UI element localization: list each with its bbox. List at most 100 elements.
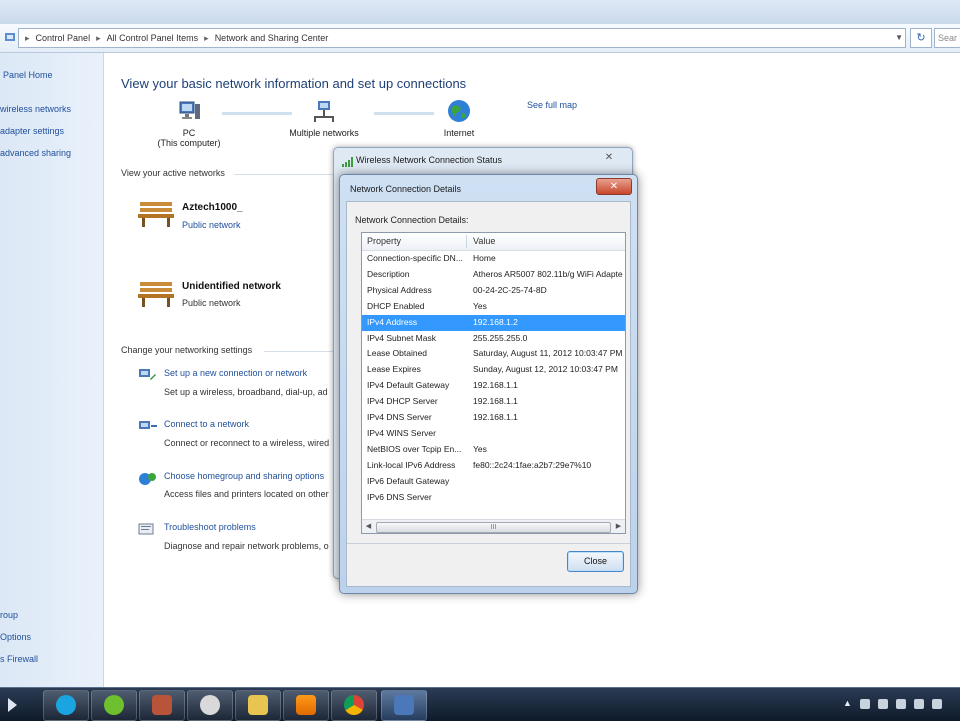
refresh-button[interactable]: ↻	[910, 28, 932, 48]
tray-icon[interactable]	[896, 699, 906, 709]
tray-icon[interactable]	[878, 699, 888, 709]
utorrent-icon	[104, 695, 124, 715]
node-label: Internet	[443, 128, 475, 138]
scroll-left-icon[interactable]: ◀	[363, 521, 374, 532]
advanced-sharing-link[interactable]: advanced sharing	[0, 148, 71, 158]
table-row[interactable]: IPv4 DHCP Server 192.168.1.1	[362, 394, 625, 410]
column-header-value[interactable]: Value	[473, 236, 495, 246]
property-cell: Link-local IPv6 Address	[367, 459, 456, 470]
public-network-bench-icon	[137, 278, 175, 308]
chevron-right-icon: ▸	[25, 33, 30, 43]
search-input[interactable]: Sear	[934, 28, 960, 48]
homegroup-icon	[137, 469, 159, 489]
property-cell: IPv4 Default Gateway	[367, 380, 450, 391]
change-adapter-settings-link[interactable]: adapter settings	[0, 126, 64, 136]
property-cell: IPv4 Subnet Mask	[367, 332, 436, 343]
value-cell: fe80::2c24:1fae:a2b7:29e7%10	[473, 459, 592, 470]
breadcrumb-control-panel[interactable]: Control Panel	[36, 29, 91, 47]
table-row[interactable]: IPv6 Default Gateway	[362, 474, 625, 490]
table-row[interactable]: IPv4 WINS Server	[362, 426, 625, 442]
taskbar: ▲	[0, 687, 960, 721]
column-divider[interactable]	[466, 235, 467, 248]
show-hidden-icons-icon[interactable]: ▲	[843, 698, 852, 708]
setup-connection-link[interactable]: Set up a new connection or network	[164, 368, 307, 378]
manage-wireless-networks-link[interactable]: wireless networks	[0, 104, 71, 114]
media-player-icon	[200, 695, 220, 715]
close-icon[interactable]: ✕	[596, 178, 632, 195]
table-row[interactable]: Physical Address 00-24-2C-25-74-8D	[362, 283, 625, 299]
chrome-icon	[344, 695, 364, 715]
taskbar-network-control-panel[interactable]	[381, 690, 427, 721]
table-row[interactable]: Link-local IPv6 Address fe80::2c24:1fae:a…	[362, 458, 625, 474]
table-row[interactable]: IPv4 Default Gateway 192.168.1.1	[362, 378, 625, 394]
active-networks-heading: View your active networks	[121, 168, 225, 178]
connect-to-network-link[interactable]: Connect to a network	[164, 419, 249, 429]
status-dialog-title: Wireless Network Connection Status	[356, 155, 503, 165]
node-label: Multiple networks	[289, 128, 359, 138]
homegroup-sharing-link[interactable]: Choose homegroup and sharing options	[164, 471, 324, 481]
table-row[interactable]: NetBIOS over Tcpip En... Yes	[362, 442, 625, 458]
connection-details-dialog[interactable]: Network Connection Details ✕ Network Con…	[339, 174, 638, 594]
taskbar-skype[interactable]	[43, 690, 89, 721]
folder-icon	[248, 695, 268, 715]
details-dialog-title: Network Connection Details	[350, 184, 462, 194]
address-field[interactable]: ▸ Control Panel ▸ All Control Panel Item…	[18, 28, 906, 48]
taskbar-chrome[interactable]	[331, 690, 377, 721]
table-row[interactable]: IPv4 Address 192.168.1.2	[362, 314, 625, 331]
control-panel-home-link[interactable]: Panel Home	[3, 70, 53, 80]
task-description: Diagnose and repair network problems, o	[164, 541, 329, 551]
table-row[interactable]: Lease Expires Sunday, August 12, 2012 10:…	[362, 362, 625, 378]
taskbar-explorer[interactable]	[235, 690, 281, 721]
network-type-link[interactable]: Public network	[182, 220, 241, 230]
globe-icon	[446, 98, 472, 124]
close-button[interactable]: Close	[567, 551, 624, 572]
troubleshoot-link[interactable]: Troubleshoot problems	[164, 522, 256, 532]
network-icon	[394, 695, 414, 715]
homegroup-link[interactable]: roup	[0, 610, 18, 620]
table-row[interactable]: IPv6 DNS Server	[362, 490, 625, 506]
taskbar-media[interactable]	[187, 690, 233, 721]
property-cell: IPv4 WINS Server	[367, 427, 436, 438]
scroll-right-icon[interactable]: ▶	[613, 521, 624, 532]
start-button[interactable]	[0, 690, 24, 719]
network-tray-icon[interactable]	[932, 699, 942, 709]
signal-strength-icon	[341, 155, 353, 167]
value-cell: Yes	[473, 443, 487, 454]
scroll-thumb[interactable]: III	[376, 522, 611, 533]
table-row[interactable]: Description Atheros AR5007 802.11b/g WiFi…	[362, 267, 625, 283]
breadcrumb-network-sharing[interactable]: Network and Sharing Center	[215, 29, 329, 47]
divider	[234, 174, 344, 175]
horizontal-scrollbar[interactable]: ◀ III ▶	[362, 519, 625, 533]
chevron-right-icon: ▸	[204, 33, 209, 43]
table-row[interactable]: Lease Obtained Saturday, August 11, 2012 …	[362, 346, 625, 362]
column-header-property[interactable]: Property	[367, 236, 401, 246]
windows-firewall-link[interactable]: s Firewall	[0, 654, 38, 664]
system-tray: ▲	[838, 688, 960, 721]
network-node-pc[interactable]: PC (This computer)	[154, 98, 224, 148]
page-title: View your basic network information and …	[121, 76, 467, 91]
taskbar-vlc[interactable]	[283, 690, 329, 721]
left-navigation-pane: Panel Home wireless networks adapter set…	[0, 53, 104, 687]
close-icon[interactable]: ✕	[600, 151, 618, 165]
table-row[interactable]: IPv4 DNS Server 192.168.1.1	[362, 410, 625, 426]
chevron-down-icon[interactable]: ▼	[895, 29, 903, 47]
table-row[interactable]: DHCP Enabled Yes	[362, 299, 625, 315]
tray-icon[interactable]	[914, 699, 924, 709]
breadcrumb-all-items[interactable]: All Control Panel Items	[107, 29, 199, 47]
network-node-internet[interactable]: Internet	[434, 98, 484, 138]
details-list[interactable]: Property Value Connection-specific DN...…	[361, 232, 626, 534]
taskbar-utorrent[interactable]	[91, 690, 137, 721]
taskbar-photo[interactable]	[139, 690, 185, 721]
see-full-map-link[interactable]: See full map	[527, 100, 577, 110]
control-panel-icon	[3, 30, 17, 44]
value-cell: Atheros AR5007 802.11b/g WiFi Adapter	[473, 268, 623, 279]
value-cell: Home	[473, 253, 496, 263]
node-sublabel: (This computer)	[157, 138, 221, 148]
divider	[347, 543, 630, 544]
tray-icon[interactable]	[860, 699, 870, 709]
table-row[interactable]: Connection-specific DN... Home	[362, 251, 625, 267]
multiple-networks-icon	[311, 98, 337, 124]
network-node-multiple[interactable]: Multiple networks	[279, 98, 369, 138]
internet-options-link[interactable]: Options	[0, 632, 31, 642]
table-row[interactable]: IPv4 Subnet Mask 255.255.255.0	[362, 331, 625, 347]
